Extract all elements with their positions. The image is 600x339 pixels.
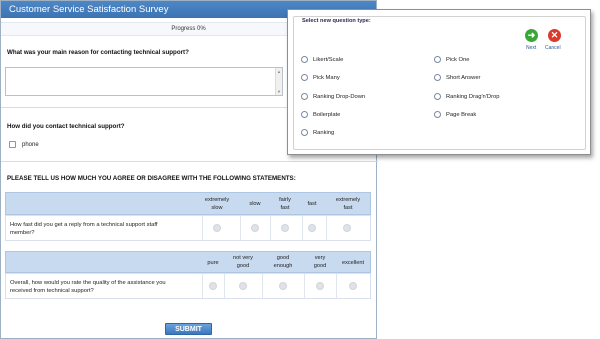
option-short-answer[interactable]: Short Answer	[434, 74, 480, 81]
radio[interactable]	[301, 129, 308, 136]
next-arrow-icon[interactable]: ➜	[525, 29, 538, 42]
matrix-2-header: pure not very good good enough very good ex…	[5, 251, 371, 273]
col-good-enough: good enough	[273, 255, 293, 269]
radio[interactable]	[301, 56, 308, 63]
next-button[interactable]: Next	[526, 45, 536, 51]
radio[interactable]	[434, 93, 441, 100]
col-extremely-fast: extremely fast	[335, 197, 361, 211]
col-fairly-fast: fairly fast	[279, 197, 291, 211]
radio-not-very-good[interactable]	[239, 282, 247, 290]
matrix-1-row: How fast did you get a reply from a tech…	[5, 215, 371, 241]
col-slow: slow	[249, 201, 261, 207]
col-not-very-good: not very good	[233, 255, 253, 269]
divider	[326, 216, 327, 240]
radio[interactable]	[301, 74, 308, 81]
divider	[302, 216, 303, 240]
option-ranking[interactable]: Ranking	[301, 129, 334, 136]
divider	[202, 274, 203, 298]
divider	[262, 274, 263, 298]
radio-fairly-fast[interactable]	[281, 224, 289, 232]
divider	[1, 161, 378, 162]
col-fast: fast	[307, 201, 317, 207]
radio-good-enough[interactable]	[279, 282, 287, 290]
divider	[304, 274, 305, 298]
radio-fast[interactable]	[308, 224, 316, 232]
scroll-up-icon[interactable]: ▲	[277, 69, 281, 74]
question-type-dialog: Select new question type: ➜ Next ✕ Cance…	[287, 9, 591, 155]
col-extremely-slow: extremely slow	[204, 197, 230, 211]
option-likert-scale[interactable]: Likert/Scale	[301, 56, 343, 63]
divider	[224, 274, 225, 298]
radio-excellent[interactable]	[349, 282, 357, 290]
cancel-button[interactable]: Cancel	[545, 45, 561, 51]
radio[interactable]	[301, 111, 308, 118]
radio-extremely-fast[interactable]	[343, 224, 351, 232]
divider	[202, 216, 203, 240]
radio-slow[interactable]	[251, 224, 259, 232]
phone-checkbox[interactable]	[9, 141, 16, 148]
phone-label: phone	[22, 141, 39, 148]
option-phone[interactable]: phone	[9, 141, 39, 148]
divider	[240, 216, 241, 240]
option-ranking-drop-down[interactable]: Ranking Drop-Down	[301, 93, 365, 100]
question-2-title: How did you contact technical support?	[7, 123, 125, 130]
dialog-legend: Select new question type:	[300, 18, 373, 24]
radio-extremely-slow[interactable]	[213, 224, 221, 232]
divider	[336, 274, 337, 298]
option-pick-one[interactable]: Pick One	[434, 56, 470, 63]
col-very-good: very good	[313, 255, 327, 269]
col-excellent: excellent	[341, 260, 365, 266]
option-boilerplate[interactable]: Boilerplate	[301, 111, 340, 118]
option-page-break[interactable]: Page Break	[434, 111, 476, 118]
submit-button[interactable]: SUBMIT	[165, 323, 212, 335]
question-1-textarea[interactable]: ▲ ▼	[5, 67, 283, 96]
radio[interactable]	[301, 93, 308, 100]
textarea-scrollbar[interactable]: ▲ ▼	[275, 68, 282, 95]
radio[interactable]	[434, 74, 441, 81]
radio[interactable]	[434, 56, 441, 63]
scroll-down-icon[interactable]: ▼	[277, 89, 281, 94]
matrix-2-row-label: Overall, how would you rate the quality …	[10, 280, 166, 294]
cancel-x-icon[interactable]: ✕	[548, 29, 561, 42]
matrix-1-header: extremely slow slow fairly fast fast extre…	[5, 192, 371, 215]
col-pure: pure	[207, 260, 219, 266]
matrix-2-row: Overall, how would you rate the quality …	[5, 273, 371, 299]
question-1-title: What was your main reason for contacting…	[7, 49, 189, 56]
statement-heading: PLEASE TELL US HOW MUCH YOU AGREE OR DIS…	[7, 175, 296, 182]
option-ranking-drag-n-drop[interactable]: Ranking Drag'n'Drop	[434, 93, 499, 100]
question-type-group	[293, 16, 586, 150]
radio-very-good[interactable]	[316, 282, 324, 290]
radio[interactable]	[434, 111, 441, 118]
option-pick-many[interactable]: Pick Many	[301, 74, 340, 81]
matrix-1-row-label: How fast did you get a reply from a tech…	[10, 222, 158, 236]
divider	[270, 216, 271, 240]
radio-pure[interactable]	[209, 282, 217, 290]
